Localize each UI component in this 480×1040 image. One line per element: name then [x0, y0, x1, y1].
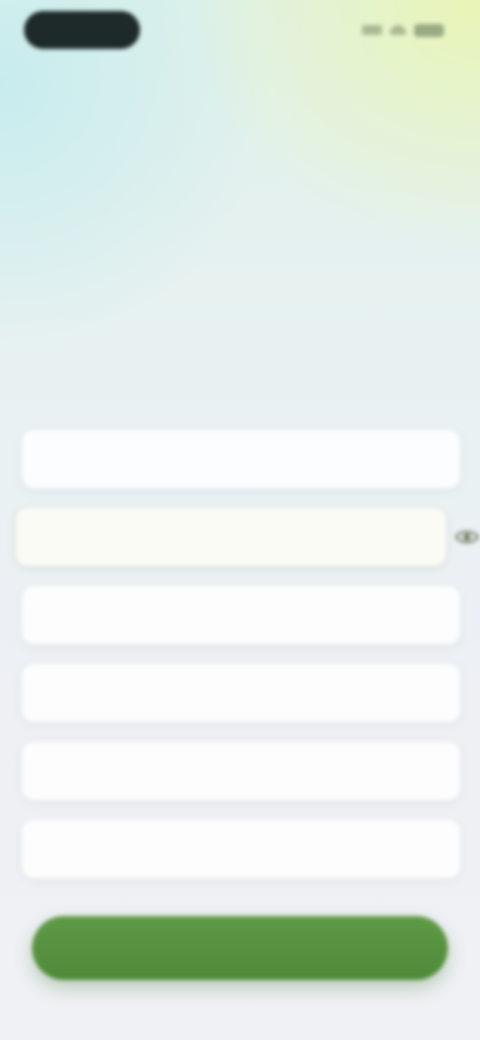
- field-input-6[interactable]: [110, 819, 442, 879]
- status-bar: [24, 10, 444, 50]
- field-input-2[interactable]: [104, 507, 428, 567]
- signal-icon: [362, 25, 382, 35]
- field-input-3[interactable]: [110, 585, 442, 645]
- form-field-3[interactable]: [22, 585, 460, 645]
- eye-icon[interactable]: [454, 524, 480, 550]
- status-icons: [362, 23, 444, 37]
- heading-block: [24, 236, 456, 252]
- form-field-4[interactable]: [22, 663, 460, 723]
- signup-form: [16, 429, 479, 898]
- wifi-icon: [390, 25, 406, 35]
- form-field-2[interactable]: [16, 507, 479, 567]
- form-field-1[interactable]: [22, 429, 460, 489]
- battery-icon: [414, 23, 444, 37]
- status-time-pill: [24, 11, 140, 49]
- field-input-1[interactable]: [110, 429, 442, 489]
- app-screen: [0, 0, 480, 1040]
- form-field-5[interactable]: [22, 741, 460, 801]
- form-field-6[interactable]: [22, 819, 460, 879]
- field-input-4[interactable]: [110, 663, 442, 723]
- submit-button[interactable]: [32, 916, 448, 980]
- field-input-5[interactable]: [110, 741, 442, 801]
